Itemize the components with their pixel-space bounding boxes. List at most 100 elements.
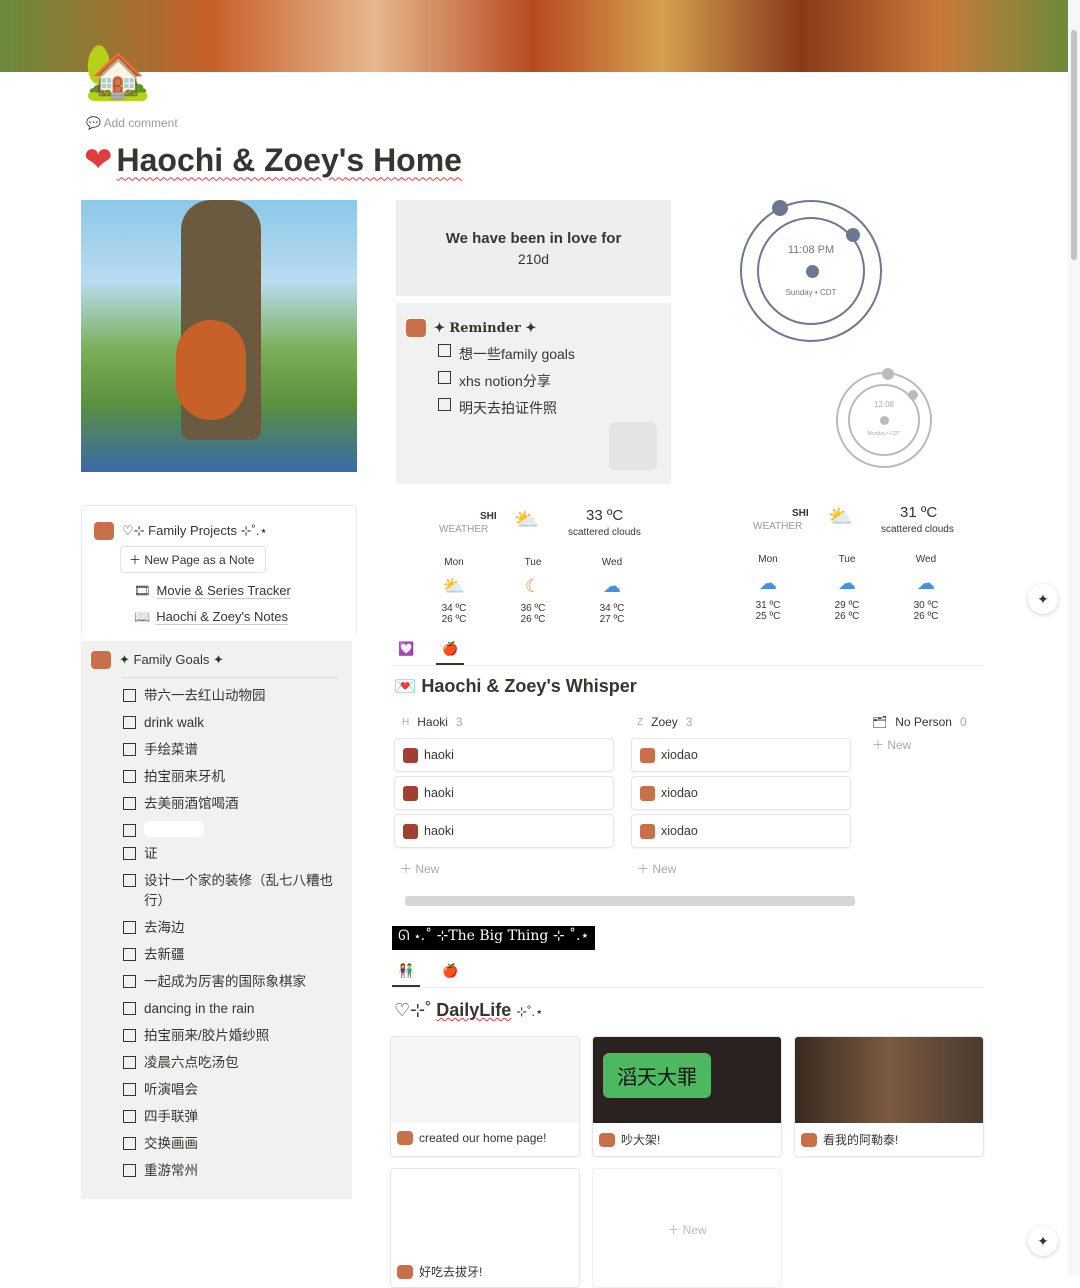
checkbox[interactable]	[123, 689, 136, 702]
card-thumbnail	[391, 1169, 579, 1255]
checkbox[interactable]	[123, 1029, 136, 1042]
goal-item[interactable]: 凌晨六点吃汤包	[123, 1053, 342, 1073]
redacted-text	[144, 821, 204, 837]
ai-sparkle-button[interactable]: ✦	[1028, 584, 1058, 614]
goal-item[interactable]: drink walk	[123, 713, 342, 733]
goal-text: 交换画画	[144, 1136, 198, 1151]
forecast-day: Mon ☁ 31 ºC 25 ºC	[738, 554, 798, 622]
goal-item[interactable]: 交换画画	[123, 1134, 342, 1154]
goal-item[interactable]: dancing in the rain	[123, 999, 342, 1019]
checkbox[interactable]	[123, 1164, 136, 1177]
goal-item[interactable]: 四手联弹	[123, 1107, 342, 1127]
card-thumbnail	[795, 1037, 983, 1123]
goal-item[interactable]: 设计一个家的装修（乱七八糟也行）	[123, 871, 342, 911]
avatar-icon	[640, 823, 655, 839]
new-card-button[interactable]: ＋ New	[400, 860, 614, 877]
rain-cloud-icon: ☁	[603, 576, 621, 596]
gallery-card[interactable]: 看我的阿勒泰!	[794, 1036, 984, 1157]
goal-item[interactable]: 拍宝丽来/胶片婚纱照	[123, 1026, 342, 1046]
checkbox[interactable]	[123, 824, 136, 837]
checkbox[interactable]	[123, 874, 136, 887]
todo-item[interactable]: 想一些family goals	[438, 344, 661, 364]
goal-item[interactable]	[123, 821, 342, 837]
board-card[interactable]: xiodao	[631, 814, 851, 848]
board-card[interactable]: xiodao	[631, 738, 851, 772]
gallery-card[interactable]: created our home page!	[390, 1036, 580, 1157]
checkbox[interactable]	[123, 948, 136, 961]
house-icon[interactable]: 🏡	[84, 42, 151, 102]
page-link-movie-tracker[interactable]: 🎞 Movie & Series Tracker	[134, 583, 344, 599]
tab-apple[interactable]: 🍎	[436, 641, 465, 665]
todo-text: 想一些family goals	[459, 346, 575, 362]
goal-item[interactable]: 重游常州	[123, 1161, 342, 1181]
goal-item[interactable]: 去美丽酒馆喝酒	[123, 794, 342, 814]
page-title[interactable]: ❤ Haochi & Zoey's Home	[84, 140, 462, 180]
rain-cloud-icon: ☁	[759, 573, 777, 593]
goal-text: 一起成为厉害的国际象棋家	[144, 974, 306, 989]
goal-item[interactable]: 一起成为厉害的国际象棋家	[123, 972, 342, 992]
checkbox[interactable]	[123, 1056, 136, 1069]
checkbox[interactable]	[123, 797, 136, 810]
add-comment-button[interactable]: 💬 Add comment	[86, 116, 178, 130]
page-title-text: Haochi & Zoey's Home	[116, 141, 462, 178]
ai-sparkle-button[interactable]: ✦	[1028, 1226, 1058, 1256]
weather-widget: SHI WEATHER ⛅ 33 ºC scattered clouds Mon…	[420, 505, 680, 635]
checkbox[interactable]	[123, 1083, 136, 1096]
red-panda-avatar-icon	[94, 522, 114, 540]
checkbox[interactable]	[438, 371, 451, 384]
board-card[interactable]: haoki	[394, 814, 614, 848]
reminder-callout: ✦ Reminder ✦ 想一些family goals xhs notion分…	[396, 303, 671, 484]
goal-item[interactable]: 证	[123, 844, 342, 864]
goal-text: 证	[144, 846, 158, 861]
goal-item[interactable]: 听演唱会	[123, 1080, 342, 1100]
board-card[interactable]: xiodao	[631, 776, 851, 810]
gallery-card[interactable]: 滔天大罪 吵大架!	[592, 1036, 782, 1157]
goal-item[interactable]: 去海边	[123, 918, 342, 938]
tab-people[interactable]: 👫	[392, 963, 421, 987]
whisper-title: Haochi & Zoey's Whisper	[421, 676, 637, 696]
checkbox[interactable]	[123, 770, 136, 783]
tab-heart[interactable]: 💟	[392, 641, 420, 665]
new-gallery-card-button[interactable]: ＋ New	[592, 1168, 782, 1288]
weather-label: WEATHER	[753, 521, 803, 532]
clock-time: 11:08 PM	[787, 244, 835, 256]
board-card[interactable]: haoki	[394, 738, 614, 772]
goal-text: 去美丽酒馆喝酒	[144, 796, 239, 811]
checkbox[interactable]	[123, 1137, 136, 1150]
checkbox[interactable]	[123, 1002, 136, 1015]
new-page-button[interactable]: ＋ New Page as a Note	[120, 546, 266, 573]
new-card-button[interactable]: ＋ New	[872, 736, 982, 753]
checkbox[interactable]	[438, 398, 451, 411]
goal-text: 去海边	[144, 920, 185, 935]
checkbox[interactable]	[438, 344, 451, 357]
board-card[interactable]: haoki	[394, 776, 614, 810]
goal-item[interactable]: 手绘菜谱	[123, 740, 342, 760]
card-thumbnail: 滔天大罪	[593, 1037, 781, 1123]
vertical-scrollbar[interactable]	[1068, 0, 1080, 1276]
checkbox[interactable]	[123, 921, 136, 934]
family-goals-callout: ✦ Family Goals ✦ 带六一去红山动物园 drink walk 手绘菜谱…	[81, 641, 352, 1199]
goal-item[interactable]: 拍宝丽来牙机	[123, 767, 342, 787]
checkbox[interactable]	[123, 1110, 136, 1123]
gallery-card[interactable]: 好吃去拔牙!	[390, 1168, 580, 1288]
card-thumbnail	[391, 1037, 579, 1123]
checkbox[interactable]	[123, 743, 136, 756]
new-card-button[interactable]: ＋ New	[637, 860, 851, 877]
film-icon: 🎞	[134, 583, 151, 598]
todo-text: xhs notion分享	[459, 373, 551, 389]
goal-item[interactable]: 去新疆	[123, 945, 342, 965]
rain-cloud-icon: ☁	[838, 573, 856, 593]
horizontal-scrollbar[interactable]	[405, 896, 855, 906]
todo-item[interactable]: xhs notion分享	[438, 371, 661, 391]
partly-cloudy-icon: ⛅	[442, 576, 466, 596]
page-link-notes[interactable]: 📖 Haochi & Zoey's Notes	[134, 609, 344, 625]
add-comment-label: Add comment	[103, 116, 178, 130]
board-column-haoki: H Haoki 3 haoki haoki haoki ＋ New	[394, 712, 614, 877]
todo-item[interactable]: 明天去拍证件照	[438, 398, 661, 418]
checkbox[interactable]	[123, 847, 136, 860]
column-count: 3	[685, 715, 693, 729]
goal-item[interactable]: 带六一去红山动物园	[123, 686, 342, 706]
checkbox[interactable]	[123, 975, 136, 988]
checkbox[interactable]	[123, 716, 136, 729]
tab-apple[interactable]: 🍎	[436, 963, 464, 987]
